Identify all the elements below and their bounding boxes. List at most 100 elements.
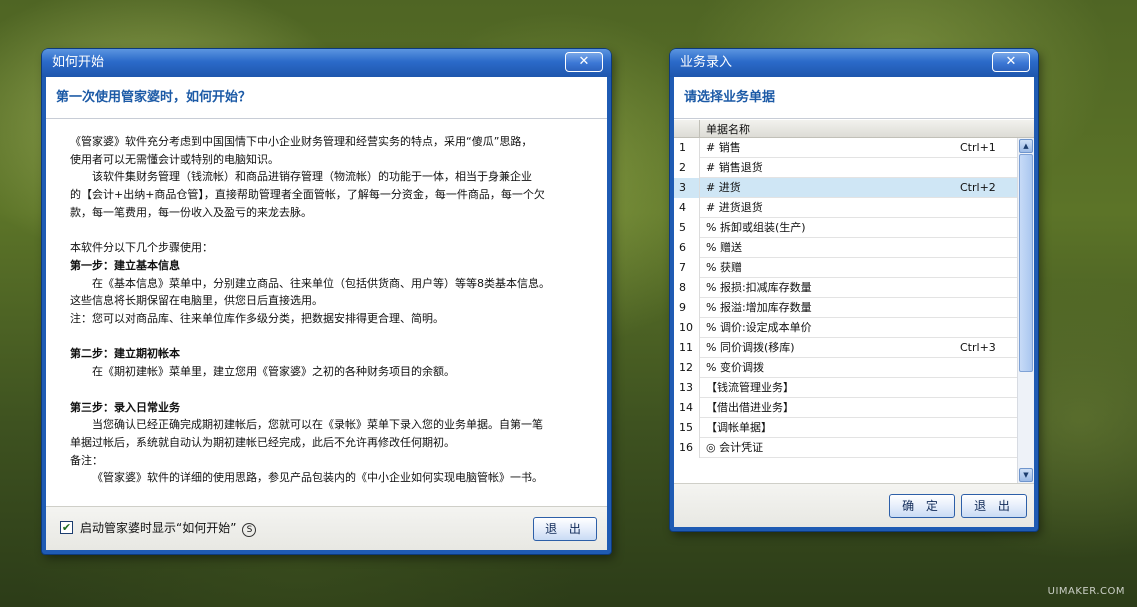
- guide-line: 这些信息将长期保留在电脑里，供您日后直接选用。: [70, 294, 323, 308]
- document-name: % 调价:设定成本单价: [706, 321, 812, 334]
- row-number: 3: [674, 178, 700, 198]
- guide-line: 单据过帐后，系统就自动认为期初建帐已经完成，此后不允许再修改任何期初。: [70, 435, 455, 449]
- grid-header: 单据名称: [674, 120, 1034, 138]
- grid-rows: 1 # 销售 Ctrl+1 2 # 销售退货 3 # 进货 Ctrl+2 4 # 进货退货 5 % 拆…: [674, 138, 1017, 483]
- document-name: # 销售退货: [706, 161, 763, 174]
- document-name: % 变价调拨: [706, 361, 764, 374]
- table-row[interactable]: 2 # 销售退货: [674, 158, 1017, 178]
- guide-line: 在《基本信息》菜单中，分别建立商品、往来单位（包括供货商、用户等）等等8类基本信…: [92, 276, 550, 290]
- table-row[interactable]: 10 % 调价:设定成本单价: [674, 318, 1017, 338]
- row-number: 9: [674, 298, 700, 318]
- guide-line: 的【会计+出纳+商品仓管】，直接帮助管理者全面管帐，了解每一分资金，每一件商品，…: [70, 188, 545, 202]
- exit-button[interactable]: 退 出: [961, 494, 1027, 518]
- dialog-footer: 确 定 退 出: [674, 483, 1034, 527]
- dialog-footer: ✔ 启动管家婆时显示“如何开始” S 退 出: [46, 506, 607, 550]
- guide-line: 当您确认已经正确完成期初建帐后，您就可以在《录帐》菜单下录入您的业务单据。自第一…: [92, 418, 543, 432]
- scroll-thumb[interactable]: [1019, 154, 1033, 372]
- business-entry-titlebar[interactable]: 业务录入 ✕: [670, 49, 1038, 77]
- exit-button[interactable]: 退 出: [533, 517, 597, 541]
- table-row[interactable]: 3 # 进货 Ctrl+2: [674, 178, 1017, 198]
- document-name: % 拆卸或组装(生产): [706, 221, 806, 234]
- table-row[interactable]: 8 % 报损:扣减库存数量: [674, 278, 1017, 298]
- row-number: 1: [674, 138, 700, 158]
- row-number: 8: [674, 278, 700, 298]
- guide-line: 备注：: [70, 453, 103, 467]
- guide-line: 注：您可以对商品库、往来单位库作多级分类，把数据安排得更合理、简明。: [70, 312, 444, 326]
- document-name: % 报溢:增加库存数量: [706, 301, 812, 314]
- document-name: % 报损:扣减库存数量: [706, 281, 812, 294]
- table-row[interactable]: 11 % 同价调拨(移库) Ctrl+3: [674, 338, 1017, 358]
- table-row[interactable]: 15 【调帐单据】: [674, 418, 1017, 438]
- step-heading: 第三步：录入日常业务: [70, 400, 180, 414]
- document-name: ◎ 会计凭证: [706, 441, 764, 454]
- shortcut-key: Ctrl+2: [960, 181, 996, 194]
- scroll-up-icon[interactable]: ▲: [1019, 139, 1033, 153]
- row-number: 15: [674, 418, 700, 438]
- table-row[interactable]: 9 % 报溢:增加库存数量: [674, 298, 1017, 318]
- table-row[interactable]: 4 # 进货退货: [674, 198, 1017, 218]
- how-to-start-window: 如何开始 ✕ 第一次使用管家婆时，如何开始？ 《管家婆》软件充分考虑到中国国情下…: [42, 49, 611, 554]
- document-name: 【钱流管理业务】: [706, 381, 794, 394]
- guide-line: 该软件集财务管理（钱流帐）和商品进销存管理（物流帐）的功能于一体，相当于身兼企业: [92, 170, 532, 184]
- guide-line: 在《期初建帐》菜单里，建立您用《管家婆》之初的各种财务项目的余额。: [92, 365, 455, 379]
- document-type-grid: 单据名称 1 # 销售 Ctrl+1 2 # 销售退货 3 # 进货 Ctrl+2 4 # 进货退…: [674, 120, 1034, 483]
- show-on-startup-checkbox[interactable]: ✔: [60, 521, 73, 534]
- guide-line: 款，每一笔费用，每一份收入及盈亏的来龙去脉。: [70, 205, 312, 219]
- document-name: % 获赠: [706, 261, 742, 274]
- scroll-down-icon[interactable]: ▼: [1019, 468, 1033, 482]
- document-name: # 销售: [706, 141, 741, 154]
- table-row[interactable]: 6 % 赠送: [674, 238, 1017, 258]
- table-row[interactable]: 5 % 拆卸或组装(生产): [674, 218, 1017, 238]
- window-title: 业务录入: [680, 55, 733, 70]
- document-name: 【借出借进业务】: [706, 401, 794, 414]
- table-row[interactable]: 12 % 变价调拨: [674, 358, 1017, 378]
- close-button[interactable]: ✕: [992, 52, 1030, 72]
- checkbox-label-text: 启动管家婆时显示“如何开始”: [80, 521, 237, 535]
- row-number-header: [674, 120, 700, 138]
- how-to-start-client: 第一次使用管家婆时，如何开始？ 《管家婆》软件充分考虑到中国国情下中小企业财务管…: [46, 77, 607, 550]
- page-heading: 第一次使用管家婆时，如何开始？: [46, 77, 607, 119]
- watermark: UIMAKER.COM: [1047, 586, 1125, 597]
- close-button[interactable]: ✕: [565, 52, 603, 72]
- shortcut-key: Ctrl+3: [960, 341, 996, 354]
- table-row[interactable]: 7 % 获赠: [674, 258, 1017, 278]
- table-row[interactable]: 1 # 销售 Ctrl+1: [674, 138, 1017, 158]
- table-row[interactable]: 13 【钱流管理业务】: [674, 378, 1017, 398]
- row-number: 11: [674, 338, 700, 358]
- window-title: 如何开始: [52, 55, 105, 70]
- how-to-start-titlebar[interactable]: 如何开始 ✕: [42, 49, 611, 77]
- row-number: 13: [674, 378, 700, 398]
- document-name: # 进货退货: [706, 201, 763, 214]
- guide-line: 使用者可以无需懂会计或特别的电脑知识。: [70, 152, 279, 166]
- business-entry-window: 业务录入 ✕ 请选择业务单据 单据名称 1 # 销售 Ctrl+1 2 # 销售退货 3 #…: [670, 49, 1038, 531]
- table-row[interactable]: 16 ◎ 会计凭证: [674, 438, 1017, 458]
- row-number: 4: [674, 198, 700, 218]
- guide-text: 《管家婆》软件充分考虑到中国国情下中小企业财务管理和经营实务的特点，采用“傻瓜”…: [46, 119, 607, 487]
- row-number: 14: [674, 398, 700, 418]
- show-on-startup-label[interactable]: 启动管家婆时显示“如何开始” S: [80, 519, 257, 537]
- guide-line: 《管家婆》软件的详细的使用思路，参见产品包装内的《中小企业如何实现电脑管帐》一书…: [92, 471, 543, 485]
- document-name: # 进货: [706, 181, 741, 194]
- step-heading: 第二步：建立期初帐本: [70, 347, 180, 361]
- row-number: 5: [674, 218, 700, 238]
- table-row[interactable]: 14 【借出借进业务】: [674, 398, 1017, 418]
- column-header-name: 单据名称: [706, 123, 750, 136]
- row-number: 10: [674, 318, 700, 338]
- shortcut-key: Ctrl+1: [960, 141, 996, 154]
- row-number: 6: [674, 238, 700, 258]
- step-heading: 第一步：建立基本信息: [70, 258, 180, 272]
- document-name: % 同价调拨(移库): [706, 341, 795, 354]
- row-number: 16: [674, 438, 700, 458]
- row-number: 12: [674, 358, 700, 378]
- shortcut-s-icon: S: [242, 523, 257, 537]
- guide-line: 《管家婆》软件充分考虑到中国国情下中小企业财务管理和经营实务的特点，采用“傻瓜”…: [70, 135, 533, 148]
- business-entry-client: 请选择业务单据 单据名称 1 # 销售 Ctrl+1 2 # 销售退货 3 # 进货 Ctrl…: [674, 77, 1034, 527]
- ok-button[interactable]: 确 定: [889, 494, 955, 518]
- vertical-scrollbar[interactable]: ▲ ▼: [1017, 138, 1034, 483]
- row-number: 7: [674, 258, 700, 278]
- row-number: 2: [674, 158, 700, 178]
- page-heading: 请选择业务单据: [674, 77, 1034, 119]
